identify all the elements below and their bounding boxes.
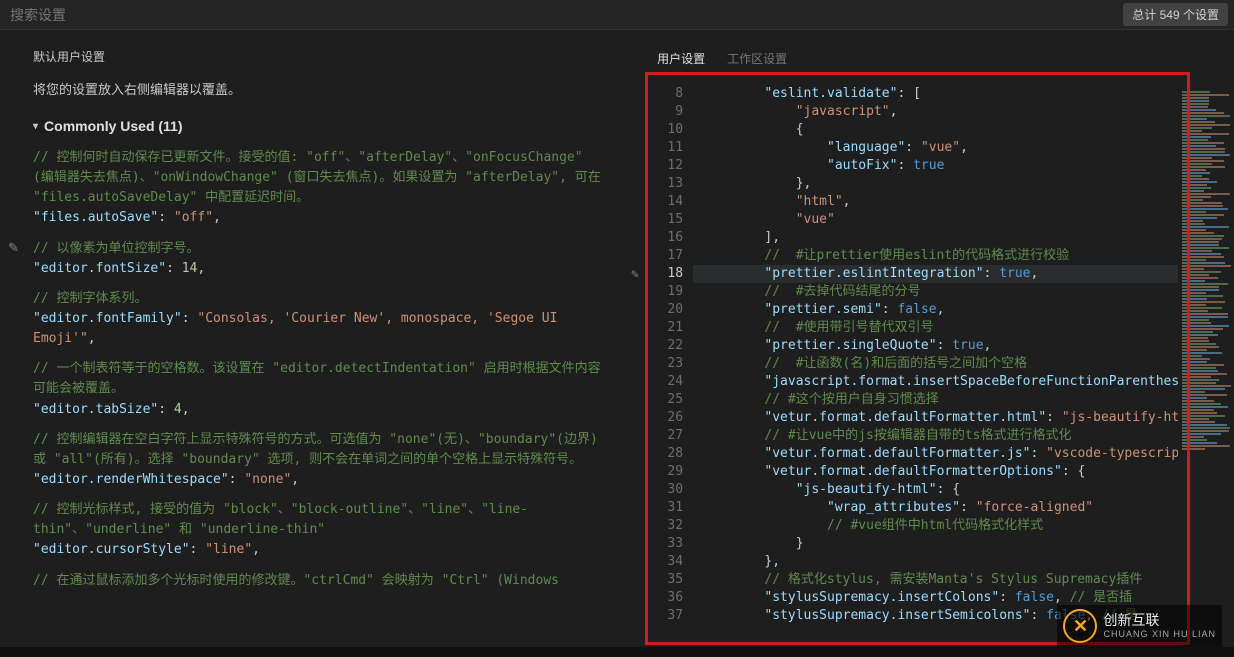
status-bar: [0, 647, 1234, 657]
setting-item[interactable]: // 一个制表符等于的空格数。该设置在 "editor.detectIndent…: [33, 359, 603, 419]
settings-count-badge: 总计 549 个设置: [1123, 3, 1228, 26]
watermark-text: 创新互联: [1103, 613, 1216, 628]
setting-item[interactable]: // 控制何时自动保存已更新文件。接受的值: "off"、"afterDelay…: [33, 148, 603, 229]
top-bar: 总计 549 个设置: [0, 0, 1234, 30]
code-body[interactable]: "eslint.validate": [ "javascript", { "la…: [693, 85, 1234, 657]
line-gutter: 8910111213141516171819202122232425262728…: [645, 85, 693, 657]
setting-item[interactable]: // 控制光标样式, 接受的值为 "block"、"block-outline"…: [33, 500, 603, 560]
group-label: Commonly Used (11): [44, 118, 182, 134]
pencil-icon[interactable]: ✎: [625, 85, 645, 657]
code-editor[interactable]: ✎ 89101112131415161718192021222324252627…: [625, 85, 1234, 657]
minimap[interactable]: [1178, 85, 1234, 657]
user-settings-pane: 用户设置 工作区设置 ✎ 891011121314151617181920212…: [625, 30, 1234, 657]
default-settings-desc: 将您的设置放入右侧编辑器以覆盖。: [33, 79, 603, 98]
watermark-logo-icon: ✕: [1063, 609, 1097, 643]
pencil-icon[interactable]: ✎: [8, 240, 19, 256]
search-input[interactable]: [0, 0, 1123, 29]
setting-item[interactable]: // 控制编辑器在空白字符上显示特殊符号的方式。可选值为 "none"(无)、"…: [33, 430, 603, 490]
default-settings-title: 默认用户设置: [33, 48, 603, 65]
setting-item[interactable]: // 在通过鼠标添加多个光标时使用的修改键。"ctrlCmd" 会映射为 "Ct…: [33, 571, 603, 591]
default-settings-pane: 默认用户设置 将您的设置放入右侧编辑器以覆盖。 Commonly Used (1…: [0, 30, 625, 657]
main: 默认用户设置 将您的设置放入右侧编辑器以覆盖。 Commonly Used (1…: [0, 30, 1234, 657]
tab-user-settings[interactable]: 用户设置: [657, 50, 705, 67]
settings-tabs: 用户设置 工作区设置: [657, 50, 787, 67]
settings-list: // 控制何时自动保存已更新文件。接受的值: "off"、"afterDelay…: [33, 148, 603, 591]
tab-workspace-settings[interactable]: 工作区设置: [727, 50, 787, 67]
watermark: ✕ 创新互联 CHUANG XIN HU LIAN: [1057, 605, 1222, 647]
setting-item[interactable]: // 控制字体系列。 "editor.fontFamily": "Consola…: [33, 289, 603, 349]
group-commonly-used[interactable]: Commonly Used (11): [33, 118, 603, 134]
watermark-sub: CHUANG XIN HU LIAN: [1103, 629, 1216, 639]
setting-item[interactable]: // 以像素为单位控制字号。 "editor.fontSize": 14,: [33, 239, 603, 279]
